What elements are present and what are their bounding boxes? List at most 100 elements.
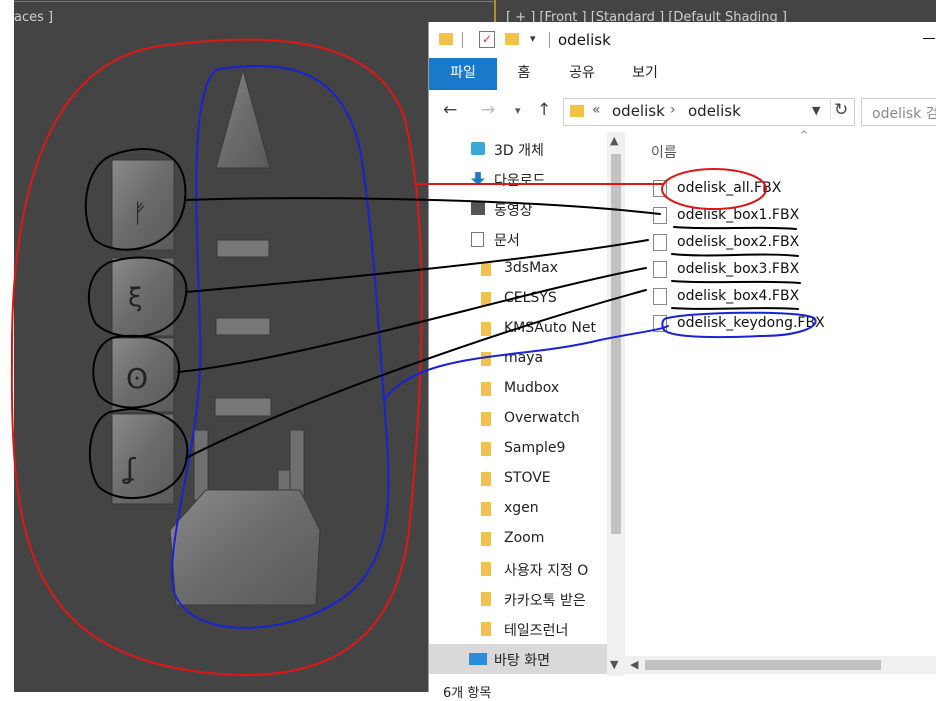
file-row[interactable]: odelisk_box2.FBX bbox=[653, 230, 913, 256]
window-title: odelisk bbox=[558, 31, 611, 49]
nav-item-downloads[interactable]: 다운로드 bbox=[429, 164, 607, 194]
scroll-down-icon[interactable]: ▼ bbox=[610, 658, 618, 671]
address-dropdown-icon[interactable]: ▼ bbox=[812, 104, 820, 117]
scroll-left-icon[interactable]: ◀ bbox=[630, 658, 638, 671]
tab-home[interactable]: 홈 bbox=[499, 58, 549, 90]
nav-item-label: maya bbox=[504, 350, 544, 366]
breadcrumb-item[interactable]: odelisk bbox=[612, 102, 665, 120]
divider bbox=[549, 32, 550, 48]
tab-view[interactable]: 보기 bbox=[615, 58, 675, 90]
folder-icon bbox=[481, 532, 491, 546]
new-folder-icon[interactable] bbox=[505, 33, 519, 45]
nav-item-label: 문서 bbox=[494, 233, 520, 249]
folder-icon bbox=[481, 622, 491, 636]
file-row[interactable]: odelisk_keydong.FBX bbox=[653, 311, 913, 337]
folder-icon bbox=[481, 322, 491, 336]
tab-file[interactable]: 파일 bbox=[429, 58, 497, 90]
nav-item-label: 3dsMax bbox=[504, 260, 559, 276]
folder-icon bbox=[481, 412, 491, 426]
nav-item-label: 다운로드 bbox=[494, 173, 546, 189]
refresh-icon[interactable]: ↻ bbox=[830, 100, 848, 120]
nav-item-label: 동영상 bbox=[494, 203, 533, 219]
folder-icon bbox=[481, 442, 491, 456]
nav-item-folder[interactable]: 사용자 지정 O bbox=[429, 554, 607, 584]
nav-item-folder[interactable]: 카카오톡 받은 bbox=[429, 584, 607, 614]
folder-icon bbox=[481, 352, 491, 366]
obelisk-box4 bbox=[111, 413, 175, 505]
nav-item-folder[interactable]: xgen bbox=[429, 494, 607, 524]
folder-icon bbox=[439, 33, 453, 45]
nav-item-folder[interactable]: Zoom bbox=[429, 524, 607, 554]
nav-pane-scrollbar[interactable]: ▲ ▼ bbox=[607, 132, 625, 676]
video-icon bbox=[471, 202, 485, 215]
nav-item-documents[interactable]: 문서 bbox=[429, 224, 607, 254]
folder-icon bbox=[481, 292, 491, 306]
recent-locations-icon[interactable]: ▾ bbox=[515, 104, 521, 117]
obelisk-plate bbox=[214, 397, 272, 417]
obelisk-plate bbox=[215, 317, 271, 336]
obelisk-spire bbox=[215, 68, 271, 169]
scroll-up-icon[interactable]: ▲ bbox=[610, 134, 618, 147]
file-row[interactable]: odelisk_all.FBX bbox=[653, 176, 913, 202]
folder-icon bbox=[481, 562, 491, 576]
glyph: ʘ bbox=[126, 362, 148, 395]
file-explorer-window: ✓ ▾ odelisk 파일 홈 공유 보기 ← → ▾ ↑ « odelisk… bbox=[428, 22, 936, 701]
file-row[interactable]: odelisk_box4.FBX bbox=[653, 284, 913, 310]
folder-icon bbox=[481, 262, 491, 276]
back-arrow-icon[interactable]: ← bbox=[443, 100, 457, 120]
search-box[interactable]: odelisk 검 bbox=[861, 98, 936, 126]
quick-access-dropdown-icon[interactable]: ▾ bbox=[530, 32, 536, 45]
nav-item-videos[interactable]: 동영상 bbox=[429, 194, 607, 224]
file-row[interactable]: odelisk_box1.FBX bbox=[653, 203, 913, 229]
up-arrow-icon[interactable]: ↑ bbox=[537, 100, 551, 120]
breadcrumb-separator[interactable]: › bbox=[670, 102, 676, 118]
properties-icon[interactable]: ✓ bbox=[479, 31, 495, 48]
nav-item-folder[interactable]: 3dsMax bbox=[429, 254, 607, 284]
nav-item-folder[interactable]: 테일즈런너 bbox=[429, 614, 607, 644]
folder-icon bbox=[481, 382, 491, 396]
nav-item-label: STOVE bbox=[504, 470, 551, 486]
sort-ascending-icon: ^ bbox=[800, 130, 809, 141]
nav-item-folder[interactable]: STOVE bbox=[429, 464, 607, 494]
nav-item-label: Overwatch bbox=[504, 410, 580, 426]
document-icon bbox=[471, 232, 484, 247]
tab-share[interactable]: 공유 bbox=[553, 58, 611, 90]
minimize-icon[interactable] bbox=[923, 38, 935, 39]
glyph: ξ bbox=[128, 283, 143, 313]
obelisk-plate bbox=[216, 239, 270, 258]
nav-item-folder[interactable]: Overwatch bbox=[429, 404, 607, 434]
nav-item-3d-objects[interactable]: 3D 개체 bbox=[429, 134, 607, 164]
horizontal-scrollbar[interactable]: ◀ bbox=[625, 656, 936, 674]
address-bar[interactable]: « odelisk › odelisk ▼ ↻ bbox=[563, 98, 855, 126]
breadcrumb-item[interactable]: odelisk bbox=[688, 102, 741, 120]
column-header-name[interactable]: 이름 bbox=[651, 142, 677, 162]
nav-item-folder[interactable]: KMSAuto Net bbox=[429, 314, 607, 344]
file-name: odelisk_keydong.FBX bbox=[677, 315, 825, 331]
scrollbar-thumb[interactable] bbox=[611, 154, 621, 534]
file-icon bbox=[653, 315, 667, 332]
nav-item-label: KMSAuto Net bbox=[504, 320, 596, 336]
scrollbar-thumb[interactable] bbox=[645, 660, 881, 670]
nav-item-folder[interactable]: maya bbox=[429, 344, 607, 374]
nav-item-label: 테일즈런너 bbox=[504, 623, 569, 639]
nav-item-label: xgen bbox=[504, 500, 539, 516]
viewport-perspective[interactable]: aces ] ᚠ ξ ʘ ʆ bbox=[0, 0, 500, 692]
title-bar: ✓ ▾ odelisk bbox=[429, 22, 936, 58]
file-row[interactable]: odelisk_box3.FBX bbox=[653, 257, 913, 283]
file-icon bbox=[653, 288, 667, 305]
nav-item-folder[interactable]: Mudbox bbox=[429, 374, 607, 404]
file-list: ^ 이름 odelisk_all.FBX odelisk_box1.FBX od… bbox=[625, 130, 936, 652]
address-overflow-chevron[interactable]: « bbox=[592, 102, 601, 118]
obelisk-base bbox=[169, 489, 321, 606]
navigation-row: ← → ▾ ↑ « odelisk › odelisk ▼ ↻ odelisk … bbox=[429, 90, 936, 132]
nav-item-desktop[interactable]: 바탕 화면 bbox=[429, 644, 607, 674]
forward-arrow-icon[interactable]: → bbox=[481, 100, 495, 120]
nav-item-folder[interactable]: CELSYS bbox=[429, 284, 607, 314]
file-name: odelisk_box3.FBX bbox=[677, 261, 800, 277]
navigation-pane: 3D 개체 다운로드 동영상 문서 3dsMax CELSYS KMSAuto … bbox=[429, 132, 625, 692]
download-icon bbox=[471, 172, 485, 185]
nav-item-label: Mudbox bbox=[504, 380, 560, 396]
folder-icon bbox=[481, 472, 491, 486]
file-name: odelisk_all.FBX bbox=[677, 180, 782, 196]
nav-item-folder[interactable]: Sample9 bbox=[429, 434, 607, 464]
